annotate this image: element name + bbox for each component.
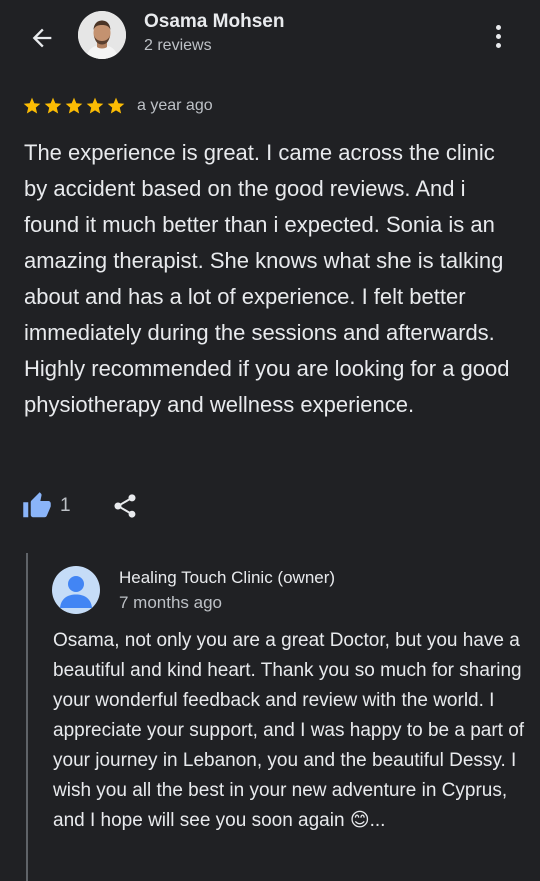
reviewer-review-count: 2 reviews	[144, 37, 212, 54]
share-icon	[114, 494, 136, 518]
owner-name: Healing Touch Clinic (owner)	[119, 568, 336, 587]
back-button[interactable]	[22, 18, 62, 58]
like-button[interactable]: 1	[22, 491, 71, 521]
person-icon	[60, 576, 92, 608]
star-icon	[107, 97, 125, 114]
arrow-back-icon	[32, 28, 52, 48]
like-count: 1	[60, 495, 71, 516]
review-text: The experience is great. I came across t…	[24, 140, 510, 417]
share-button[interactable]	[111, 492, 139, 520]
star-rating	[22, 96, 127, 116]
reviewer-name[interactable]: Osama Mohsen	[144, 11, 284, 33]
owner-reply-text: Osama, not only you are a great Doctor, …	[53, 630, 525, 831]
star-icon	[44, 97, 62, 114]
owner-avatar[interactable]	[52, 566, 100, 614]
reviewer-avatar[interactable]	[78, 11, 126, 59]
rating-row: a year ago	[22, 94, 213, 118]
thumb-up-icon	[23, 492, 51, 518]
more-vert-icon	[495, 24, 501, 30]
review-header: Osama Mohsen 2 reviews	[0, 0, 540, 80]
review-date: a year ago	[137, 97, 213, 114]
owner-reply: Healing Touch Clinic (owner) 7 months ag…	[26, 553, 540, 881]
more-options-button[interactable]	[482, 20, 514, 52]
star-icon	[86, 97, 104, 114]
owner-reply-date: 7 months ago	[119, 593, 223, 612]
review-actions: 1	[22, 488, 139, 524]
star-icon	[23, 97, 41, 114]
reviewer-photo	[78, 11, 126, 59]
star-icon	[65, 97, 83, 114]
